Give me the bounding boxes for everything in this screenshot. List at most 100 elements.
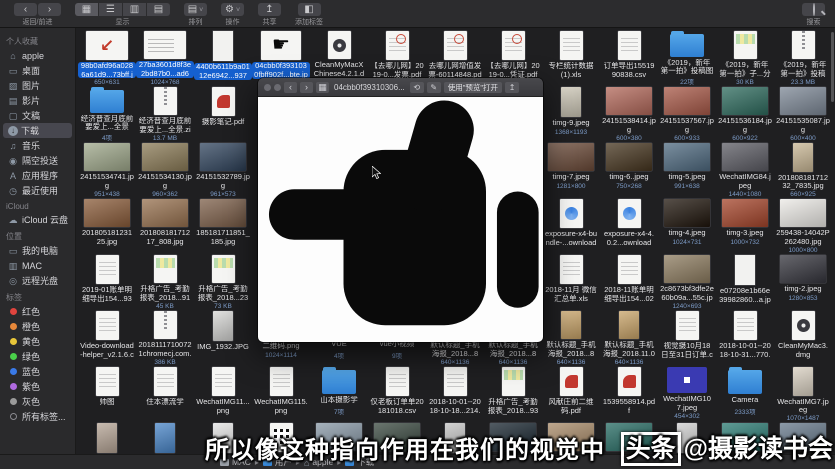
file-item[interactable]: 升格广告_考勤报表_2018...910.xlsx45 KB [136, 254, 194, 310]
action-button[interactable]: ⚙˅ [221, 3, 244, 16]
file-item[interactable]: 订单导出1551990838.csv [600, 30, 658, 86]
file-item[interactable]: 《2019，新年第一拍》投稿图.zip23.3 MB [774, 30, 832, 86]
ql-forward-button[interactable]: › [300, 82, 313, 93]
file-item[interactable]: 24151534130.jpg960×362 [136, 142, 194, 198]
scrollbar[interactable] [831, 32, 834, 102]
sidebar-item-橙色[interactable]: 橙色 [3, 319, 72, 334]
file-item[interactable]: 经济普查月底前要爱上...全景.zip13.7 MB [136, 86, 194, 142]
file-item[interactable]: 24151536184.jpg600×922 [716, 86, 774, 142]
file-item[interactable]: 259438-14042P262480.jpg1000×800 [774, 198, 832, 254]
file-item[interactable]: 升格广告_考勤报表_2018...231.xlsx73 KB [194, 254, 252, 310]
file-item[interactable]: 4400b611b9a0112e6942...937b.jpg [194, 30, 252, 86]
sidebar-item-紫色[interactable]: 紫色 [3, 379, 72, 394]
file-item[interactable]: 2c8673bf3dfe2e60b09a...55c.jpeg1240×693 [658, 254, 716, 310]
file-item[interactable]: timg-5.jpeg991×638 [658, 142, 716, 198]
file-item[interactable]: e07208e1b66e39982860...a.jpg.gif [716, 254, 774, 310]
share-button[interactable]: ↥ [258, 3, 281, 16]
sidebar-item-下载[interactable]: 下载 [3, 123, 72, 138]
icon-view-button[interactable]: ▦ [75, 3, 98, 16]
file-item[interactable]: 20181117100721chromecj.com.zip386 KB [136, 310, 194, 366]
file-item[interactable]: WechatIMG7.jpeg1070×1487 [774, 366, 832, 422]
close-icon[interactable] [264, 84, 271, 91]
sidebar-item-iCloud 云盘[interactable]: iCloud 云盘 [3, 212, 72, 227]
file-item[interactable]: 2019-01账单明细导出154...937.csv [78, 254, 136, 310]
quicklook-window[interactable]: ‹ › ▦ 04cbb0f39310306... ⟲ ✎ 使用"预览"打开 ↥ [258, 78, 543, 342]
file-item[interactable]: exposure-x4-bundle-...ownload [542, 198, 600, 254]
file-item[interactable]: 仅老板订单单20181018.csv [368, 366, 426, 422]
file-item[interactable]: Video-download-helper_v2.1.6.crx [78, 310, 136, 366]
file-item[interactable]: WechatIMG84.jpeg1440×1080 [716, 142, 774, 198]
file-item[interactable]: 2018-10-01--2018-10-18...214.csv [426, 366, 484, 422]
file-item[interactable]: 默认标题_手机海报_2018.11.08.jpg640×1136 [600, 310, 658, 366]
sidebar-item-应用程序[interactable]: 应用程序 [3, 168, 72, 183]
file-item[interactable]: 24151534741.jpg951×438 [78, 142, 136, 198]
sidebar-item-影片[interactable]: 影片 [3, 93, 72, 108]
file-item[interactable]: 24151535087.jpg600×400 [774, 86, 832, 142]
file-item[interactable]: 视觉摄10月18日至31日订单.csv [658, 310, 716, 366]
file-item[interactable]: timg-2.jpeg1280×853 [774, 254, 832, 310]
file-item[interactable]: 24151537567.jpg600×933 [658, 86, 716, 142]
fullscreen-icon[interactable] [274, 84, 281, 91]
file-item[interactable]: 20180818171232_7835.jpg660×925 [774, 142, 832, 198]
file-item[interactable]: 27ba3601d8f3e2bd87b0...ad61.jpg1024×768 [136, 30, 194, 86]
list-view-button[interactable]: ☰ [99, 3, 122, 16]
file-item[interactable]: 《2019，新年第一拍》子...分表.xlsx30 KB [716, 30, 774, 86]
file-item[interactable]: 24151538414.jpg600×380 [600, 86, 658, 142]
sidebar-item-图片[interactable]: 图片 [3, 78, 72, 93]
file-item[interactable]: WechatIMG107.jpeg454×302 [658, 366, 716, 422]
arrange-button[interactable]: ▤˅ [184, 3, 207, 16]
file-item[interactable]: timg-4.jpeg1024×731 [658, 198, 716, 254]
sidebar-item-蓝色[interactable]: 蓝色 [3, 364, 72, 379]
file-item[interactable]: 住本漂流学 [136, 366, 194, 422]
file-item[interactable] [78, 422, 136, 455]
file-item[interactable]: timg-9.jpeg1368×1193 [542, 86, 600, 142]
file-item[interactable]: 摄影笔记.pdf [194, 86, 252, 142]
index-sheet-button[interactable]: ▦ [316, 82, 329, 93]
sidebar-item-红色[interactable]: 红色 [3, 304, 72, 319]
sidebar-item-音乐[interactable]: 音乐 [3, 138, 72, 153]
sidebar-item-MAC[interactable]: MAC [3, 258, 72, 273]
file-item[interactable]: timg-7.jpeg1281×800 [542, 142, 600, 198]
file-item[interactable]: timg-3.jpeg1000×732 [716, 198, 774, 254]
file-item[interactable]: 升格广告_考勤报表_2018...930.xlsx [484, 366, 542, 422]
sidebar-item-我的电脑[interactable]: 我的电脑 [3, 243, 72, 258]
ql-back-button[interactable]: ‹ [284, 82, 297, 93]
file-item[interactable]: 默认标题_手机海报_2018...8 (1).jpg640×1136 [542, 310, 600, 366]
open-with-preview-button[interactable]: 使用"预览"打开 [444, 82, 502, 93]
file-item[interactable]: WechatIMG11...png [194, 366, 252, 422]
file-item[interactable]: 1539558914.pdf [600, 366, 658, 422]
file-item[interactable]: 专栏统计数据 (1).xls [542, 30, 600, 86]
file-item[interactable]: exposure-x4-4.0.2...ownload [600, 198, 658, 254]
sidebar-item-隔空投送[interactable]: 隔空投送 [3, 153, 72, 168]
sidebar-item-灰色[interactable]: 灰色 [3, 394, 72, 409]
file-item[interactable]: 2018-10-01--2018-10-31...770.csv [716, 310, 774, 366]
file-item[interactable]: Camera2333项 [716, 366, 774, 422]
add-tags-button[interactable]: ◧ [298, 3, 321, 16]
gallery-view-button[interactable]: ▤ [147, 3, 170, 16]
sidebar-item-最近使用[interactable]: 最近使用 [3, 183, 72, 198]
file-item[interactable]: 98b0afd96a0286a61d9...73bff.jpg650×631 [78, 30, 136, 86]
file-item[interactable]: 帅图 [78, 366, 136, 422]
file-item[interactable]: 经济普查月底前要爱上...全景4项 [78, 86, 136, 142]
rotate-button[interactable]: ⟲ [410, 82, 424, 93]
file-item[interactable]: 山本摄影学7项 [310, 366, 368, 422]
sidebar-item-桌面[interactable]: 桌面 [3, 63, 72, 78]
file-item[interactable]: 20180818171217_808.jpg [136, 198, 194, 254]
file-item[interactable]: 2018-11月 微信汇总单.xls [542, 254, 600, 310]
file-item[interactable]: 2018-11账单明细导出154...024.csv [600, 254, 658, 310]
forward-button[interactable]: › [38, 3, 61, 16]
file-item[interactable]: 24151532789.jpg961×573 [194, 142, 252, 198]
file-item[interactable]: 《2019，新年第一拍》投稿图22项 [658, 30, 716, 86]
sidebar-item-绿色[interactable]: 绿色 [3, 349, 72, 364]
sidebar-item-文稿[interactable]: 文稿 [3, 108, 72, 123]
file-item[interactable]: 185181711851_185.jpg [194, 198, 252, 254]
file-item[interactable]: WechatIMG115.png [252, 366, 310, 422]
file-item[interactable]: CleanMyMac3.dmg [774, 310, 832, 366]
sidebar-item-所有标签...[interactable]: 所有标签... [3, 409, 72, 424]
sidebar-item-apple[interactable]: apple [3, 48, 72, 63]
file-item[interactable]: 风献庄前二维码.pdf [542, 366, 600, 422]
file-item[interactable]: IMG_1932.JPG [194, 310, 252, 366]
file-item[interactable]: timg-6..jpeg750×268 [600, 142, 658, 198]
markup-button[interactable]: ✎ [427, 82, 441, 93]
back-button[interactable]: ‹ [14, 3, 37, 16]
